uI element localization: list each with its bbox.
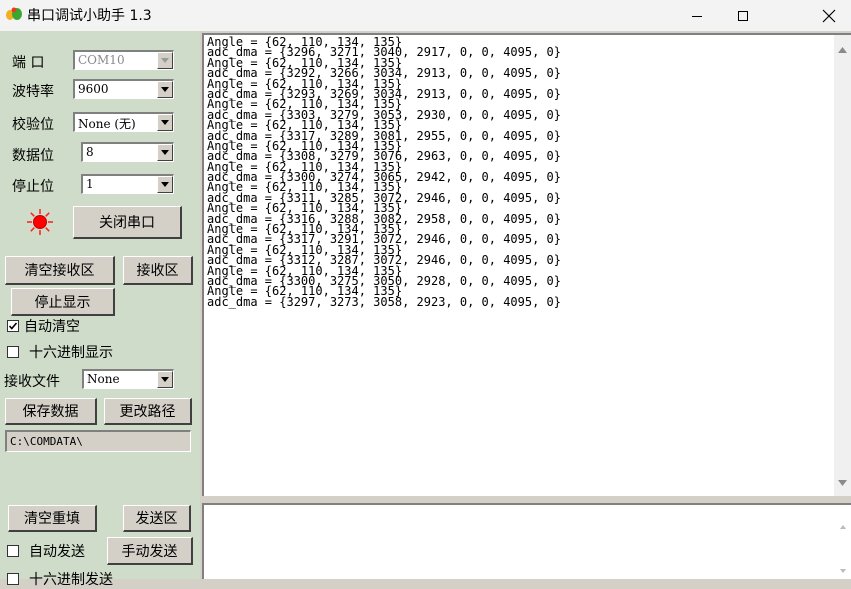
send-controls-panel: 清空重填 发送区 自动发送 手动发送 十六进制发送 <box>0 499 200 588</box>
baud-select[interactable]: 9600 <box>73 79 174 99</box>
stopbits-value: 1 <box>86 177 94 191</box>
send-text-area[interactable] <box>202 503 851 579</box>
manual-send-button[interactable]: 手动发送 <box>107 537 193 565</box>
send-scrollbar[interactable] <box>834 505 851 579</box>
scroll-up-icon[interactable] <box>840 517 846 533</box>
baud-value: 9600 <box>78 82 109 96</box>
scroll-down-icon[interactable] <box>840 561 846 577</box>
databits-select[interactable]: 8 <box>81 142 174 162</box>
hex-send-checkbox[interactable] <box>7 573 19 585</box>
maximize-icon <box>738 10 748 21</box>
change-path-button[interactable]: 更改路径 <box>104 398 192 425</box>
close-port-button[interactable]: 关闭串口 <box>73 206 182 239</box>
parity-label: 校验位 <box>12 117 54 133</box>
chevron-down-icon <box>157 81 173 98</box>
chevron-down-icon <box>157 114 173 131</box>
parity-select[interactable]: None (无) <box>73 112 174 132</box>
auto-clear-checkbox[interactable] <box>7 320 19 332</box>
app-icon <box>5 6 23 22</box>
window-title: 串口调试小助手 1.3 <box>27 8 152 24</box>
minimize-button[interactable] <box>674 0 720 31</box>
stopbits-select[interactable]: 1 <box>81 174 174 194</box>
close-icon <box>822 9 836 22</box>
auto-clear-label: 自动清空 <box>24 319 80 335</box>
clear-receive-button[interactable]: 清空接收区 <box>5 256 115 285</box>
chevron-down-icon <box>157 371 173 388</box>
receive-line: adc_dma = {3297, 3273, 3058, 2923, 0, 0,… <box>207 294 562 309</box>
hex-display-checkbox[interactable] <box>7 346 19 358</box>
stopbits-label: 停止位 <box>12 179 54 195</box>
receive-text-area[interactable]: Angle = {62, 110, 134, 135} adc_dma = {32… <box>202 33 851 496</box>
hex-send-label: 十六进制发送 <box>29 572 113 588</box>
databits-label: 数据位 <box>12 148 54 164</box>
save-data-button[interactable]: 保存数据 <box>5 398 97 425</box>
chevron-down-icon <box>157 52 173 69</box>
chevron-down-icon <box>157 144 173 161</box>
stop-display-button[interactable]: 停止显示 <box>11 288 115 316</box>
title-bar: 串口调试小助手 1.3 <box>0 0 851 31</box>
receive-scrollbar[interactable] <box>834 35 851 496</box>
receive-file-select[interactable]: None <box>82 369 174 389</box>
close-button[interactable] <box>806 0 851 31</box>
baud-label: 波特率 <box>12 84 54 100</box>
save-path-field: C:\COMDATA\ <box>5 430 191 452</box>
checkmark-icon <box>8 322 18 330</box>
maximize-button[interactable] <box>720 0 766 31</box>
parity-value: None (无) <box>78 117 136 131</box>
receive-area-button[interactable]: 接收区 <box>123 256 193 285</box>
status-led-icon <box>26 208 54 240</box>
databits-value: 8 <box>86 145 94 159</box>
auto-send-checkbox[interactable] <box>7 545 19 557</box>
minimize-icon <box>692 15 702 17</box>
receive-content: Angle = {62, 110, 134, 135} adc_dma = {32… <box>207 36 562 309</box>
clear-refill-button[interactable]: 清空重填 <box>8 505 97 532</box>
auto-send-label: 自动发送 <box>29 544 85 560</box>
receive-file-value: None <box>87 372 120 386</box>
port-select[interactable]: COM10 <box>73 50 174 70</box>
hex-display-label: 十六进制显示 <box>29 345 113 361</box>
scroll-down-icon[interactable] <box>838 474 847 490</box>
scroll-up-icon[interactable] <box>838 41 847 57</box>
settings-panel: 端 口 COM10 波特率 9600 校验位 None (无) 数据位 8 停止… <box>0 31 200 499</box>
port-value: COM10 <box>78 53 125 67</box>
chevron-down-icon <box>157 176 173 193</box>
receive-file-label: 接收文件 <box>4 374 60 390</box>
send-area-button[interactable]: 发送区 <box>123 505 191 532</box>
port-label: 端 口 <box>12 55 45 71</box>
